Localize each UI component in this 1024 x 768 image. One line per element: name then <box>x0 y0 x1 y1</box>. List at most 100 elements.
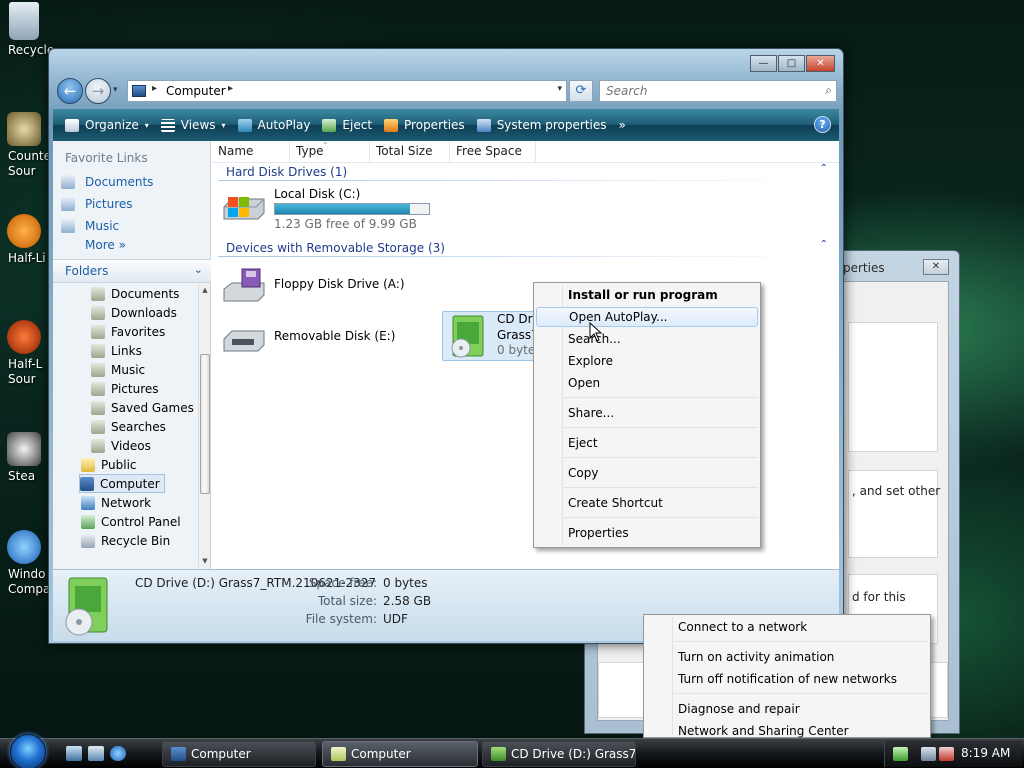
tree-item-links[interactable]: Links <box>91 341 142 360</box>
drive-local-disk-c[interactable]: Local Disk (C:) 1.23 GB free of 9.99 GB <box>220 185 450 231</box>
more-links-button[interactable]: More » <box>85 238 126 252</box>
column-free-space[interactable]: Free Space <box>450 141 536 163</box>
cd-drive-icon <box>447 314 489 360</box>
menu-item-notification-new-networks[interactable]: Turn off notification of new networks <box>678 669 897 689</box>
menu-item-open-autoplay[interactable]: Open AutoPlay... <box>536 307 758 327</box>
desktop-icon-half-life-source[interactable]: Half-L Sour <box>0 320 48 387</box>
desktop-icon-counter-strike[interactable]: Counter Sour <box>0 112 56 179</box>
autoplay-button[interactable]: AutoPlay <box>232 113 317 137</box>
menu-item-diagnose-and-repair[interactable]: Diagnose and repair <box>678 699 800 719</box>
group-header-removable-storage[interactable]: Devices with Removable Storage (3) ⌃ <box>218 239 828 257</box>
column-name[interactable]: Name <box>212 141 290 163</box>
menu-item-open[interactable]: Open <box>536 373 758 393</box>
tree-item-pictures[interactable]: Pictures <box>91 379 159 398</box>
menu-item-create-shortcut[interactable]: Create Shortcut <box>536 493 758 513</box>
floppy-drive-icon <box>220 265 268 305</box>
tree-item-music[interactable]: Music <box>91 360 145 379</box>
scrollbar-thumb[interactable] <box>200 354 210 494</box>
tree-item-downloads[interactable]: Downloads <box>91 303 177 322</box>
menu-item-install-or-run[interactable]: Install or run program <box>536 285 758 305</box>
breadcrumb-computer[interactable]: Computer <box>166 84 226 98</box>
clock[interactable]: 8:19 AM <box>961 746 1010 760</box>
tree-item-videos[interactable]: Videos <box>91 436 151 455</box>
organize-button[interactable]: Organize ▾ <box>59 113 155 137</box>
breadcrumb-separator[interactable]: ▸ <box>228 83 233 94</box>
menu-item-eject[interactable]: Eject <box>536 433 758 453</box>
dialog-close-button[interactable]: ✕ <box>923 259 949 275</box>
address-bar[interactable]: ▸ Computer ▸ ▾ <box>127 80 567 102</box>
desktop-icon-label: Compat <box>8 582 56 596</box>
folders-label: Folders <box>65 264 109 278</box>
menu-item-properties[interactable]: Properties <box>536 523 758 543</box>
tree-item-control-panel[interactable]: Control Panel <box>81 512 181 531</box>
help-icon[interactable]: ? <box>814 116 831 133</box>
search-icon[interactable]: ⌕ <box>825 83 832 98</box>
menu-item-activity-animation[interactable]: Turn on activity animation <box>678 647 834 667</box>
back-button[interactable]: ← <box>57 78 83 104</box>
system-tray: 8:19 AM <box>884 741 1022 767</box>
tree-item-label: Downloads <box>111 305 177 320</box>
search-input[interactable] <box>600 81 800 101</box>
favorite-link-documents[interactable]: Documents <box>61 172 153 192</box>
internet-explorer-icon[interactable] <box>110 746 126 761</box>
favorite-link-pictures[interactable]: Pictures <box>61 194 133 214</box>
task-label: Computer <box>351 747 411 761</box>
security-check-icon[interactable] <box>893 747 908 761</box>
menu-item-copy[interactable]: Copy <box>536 463 758 483</box>
menu-item-connect-to-network[interactable]: Connect to a network <box>678 617 807 637</box>
tree-item-saved-games[interactable]: Saved Games <box>91 398 194 417</box>
collapse-icon[interactable]: ⌃ <box>820 163 828 174</box>
scroll-down-icon[interactable]: ▼ <box>200 557 210 565</box>
column-total-size[interactable]: Total Size <box>370 141 450 163</box>
group-header-hard-disk-drives[interactable]: Hard Disk Drives (1) ⌃ <box>218 163 828 181</box>
drive-floppy-a[interactable]: Floppy Disk Drive (A:) <box>220 265 440 305</box>
breadcrumb-separator[interactable]: ▸ <box>152 83 157 94</box>
collapse-icon[interactable]: ⌃ <box>820 239 828 250</box>
folder-tree-scrollbar[interactable]: ▲ ▼ <box>198 284 210 567</box>
address-dropdown-icon[interactable]: ▾ <box>557 84 562 94</box>
network-icon[interactable] <box>921 747 936 761</box>
menu-item-share[interactable]: Share... <box>536 403 758 423</box>
taskbar-button-computer-2[interactable]: Computer <box>322 741 478 767</box>
control-panel-icon <box>81 514 95 529</box>
search-field[interactable]: ⌕ <box>599 80 837 102</box>
tree-item-searches[interactable]: Searches <box>91 417 166 436</box>
show-desktop-icon[interactable] <box>66 746 82 761</box>
tree-item-documents[interactable]: Documents <box>91 284 179 303</box>
volume-muted-icon[interactable] <box>939 747 954 761</box>
system-properties-button[interactable]: System properties <box>471 113 613 137</box>
toolbar-overflow-button[interactable]: » <box>613 113 632 137</box>
close-button[interactable]: ✕ <box>806 55 835 72</box>
minimize-button[interactable]: — <box>750 55 777 72</box>
desktop-icon-steam[interactable]: Stea <box>0 432 48 484</box>
desktop-icon-windows-compat[interactable]: Windo Compat <box>0 530 56 597</box>
desktop-icon-recycle-bin[interactable]: Recycle <box>0 2 54 58</box>
properties-button[interactable]: Properties <box>378 113 471 137</box>
refresh-button[interactable]: ⟳ <box>569 80 593 102</box>
details-total-size: 2.58 GB <box>383 594 432 608</box>
tree-item-favorites[interactable]: Favorites <box>91 322 165 341</box>
scroll-up-icon[interactable]: ▲ <box>200 286 210 294</box>
folders-header[interactable]: Folders ⌄ <box>53 259 211 283</box>
desktop-icon-half-life[interactable]: Half-Li <box>0 214 48 266</box>
menu-item-explore[interactable]: Explore <box>536 351 758 371</box>
taskbar-button-computer-1[interactable]: Computer <box>162 741 316 767</box>
eject-button[interactable]: Eject <box>316 113 378 137</box>
drive-name: Floppy Disk Drive (A:) <box>274 277 405 291</box>
tree-item-public[interactable]: Public <box>81 455 137 474</box>
recent-pages-dropdown[interactable]: ▾ <box>113 85 118 95</box>
chevron-down-icon: ⌄ <box>193 263 203 276</box>
maximize-button[interactable]: □ <box>778 55 805 72</box>
drive-removable-e[interactable]: Removable Disk (E:) <box>220 319 440 359</box>
switch-windows-icon[interactable] <box>88 746 104 761</box>
tree-item-network[interactable]: Network <box>81 493 151 512</box>
taskbar-button-cd-drive[interactable]: CD Drive (D:) Grass7... <box>482 741 636 767</box>
forward-button[interactable]: → <box>85 78 111 104</box>
column-type[interactable]: ⌃ Type <box>290 141 370 163</box>
start-button[interactable] <box>4 734 48 768</box>
menu-item-search[interactable]: Search... <box>536 329 758 349</box>
favorite-link-music[interactable]: Music <box>61 216 119 236</box>
views-button[interactable]: Views ▾ <box>155 113 232 137</box>
tree-item-computer[interactable]: Computer <box>79 474 165 493</box>
tree-item-recycle-bin[interactable]: Recycle Bin <box>81 531 170 550</box>
